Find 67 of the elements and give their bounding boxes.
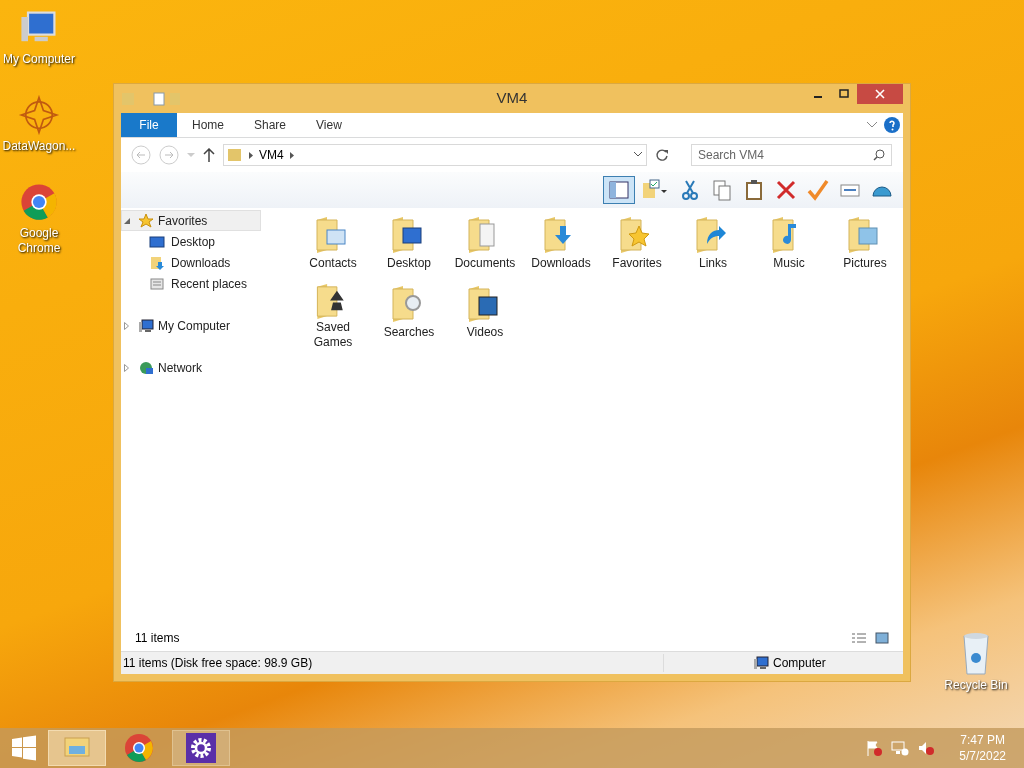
- file-tab[interactable]: File: [121, 113, 177, 137]
- folder-item[interactable]: Videos: [447, 281, 523, 350]
- refresh-icon[interactable]: [655, 148, 669, 162]
- search-field[interactable]: Search VM4: [691, 144, 892, 166]
- up-arrow-icon[interactable]: [203, 148, 215, 162]
- folder-item[interactable]: Music: [751, 212, 827, 281]
- item-count: 11 items: [135, 630, 180, 647]
- folder-item[interactable]: Saved Games: [295, 281, 371, 350]
- folder-item[interactable]: Documents: [447, 212, 523, 281]
- expand-arrow-icon[interactable]: [124, 321, 129, 330]
- computer-icon: [753, 655, 769, 671]
- search-icon[interactable]: [873, 149, 885, 161]
- desktop-icon: [149, 233, 165, 250]
- ribbon-tab[interactable]: Home: [177, 113, 239, 137]
- large-icons-view-icon[interactable]: [875, 632, 889, 644]
- ribbon-tab[interactable]: View: [301, 113, 357, 137]
- close-icon: [875, 89, 885, 99]
- downloads-icon: [149, 254, 165, 271]
- action-center-flag-icon[interactable]: [865, 740, 884, 756]
- quick-access-icon[interactable]: [121, 90, 181, 107]
- computer-icon: [138, 317, 154, 334]
- collapse-arrow-icon[interactable]: [124, 217, 130, 224]
- close-button[interactable]: [857, 84, 903, 104]
- folder-item[interactable]: Searches: [371, 281, 447, 350]
- volume-muted-icon[interactable]: [917, 740, 936, 756]
- minimize-icon: [813, 96, 823, 98]
- nav-item[interactable]: Favorites: [121, 210, 261, 231]
- star-logo-shortcut-icon[interactable]: [17, 95, 61, 135]
- folder-item[interactable]: Favorites: [599, 212, 675, 281]
- address-bar[interactable]: VM4: [223, 144, 647, 166]
- apply-icon: [806, 178, 830, 202]
- expand-arrow-icon[interactable]: [124, 363, 129, 372]
- dropdown-icon[interactable]: [633, 151, 643, 159]
- recent-icon: [149, 275, 165, 292]
- details-view-icon[interactable]: [851, 632, 867, 644]
- network-icon[interactable]: [891, 740, 910, 756]
- folder-item[interactable]: Contacts: [295, 212, 371, 281]
- status-text: 11 items (Disk free space: 98.9 GB): [121, 654, 664, 672]
- folder-icon: [227, 147, 243, 163]
- address-segment[interactable]: VM4: [259, 146, 284, 164]
- pane-button[interactable]: [603, 176, 635, 204]
- star-icon: [138, 212, 154, 229]
- status-location: Computer: [773, 655, 826, 672]
- breadcrumb-arrow-icon[interactable]: [249, 151, 253, 159]
- nav-item[interactable]: Recent places: [121, 273, 261, 294]
- copy-icon: [710, 178, 734, 202]
- folder-item[interactable]: Links: [675, 212, 751, 281]
- network-icon: [138, 359, 154, 376]
- delete-icon: [774, 178, 798, 202]
- help-icon[interactable]: [884, 117, 900, 133]
- folder-item[interactable]: Pictures: [827, 212, 903, 281]
- nav-item[interactable]: Network: [121, 357, 261, 378]
- ribbon-tab[interactable]: Share: [239, 113, 302, 137]
- folder-item[interactable]: Desktop: [371, 212, 447, 281]
- nav-item[interactable]: Desktop: [121, 231, 261, 252]
- expand-ribbon-icon[interactable]: [866, 121, 878, 129]
- settings-taskbar-button[interactable]: [172, 730, 230, 766]
- windows-logo-icon: [11, 735, 37, 761]
- maximize-icon: [839, 89, 849, 99]
- breadcrumb-arrow-icon[interactable]: [289, 151, 294, 159]
- settings-app-icon: [185, 732, 217, 764]
- nav-item[interactable]: My Computer: [121, 315, 261, 336]
- window-title: VM4: [496, 88, 528, 109]
- nav-item[interactable]: Downloads: [121, 252, 261, 273]
- pane-icon: [607, 178, 631, 202]
- folder-item[interactable]: Downloads: [523, 212, 599, 281]
- chrome-app-icon: [123, 732, 155, 764]
